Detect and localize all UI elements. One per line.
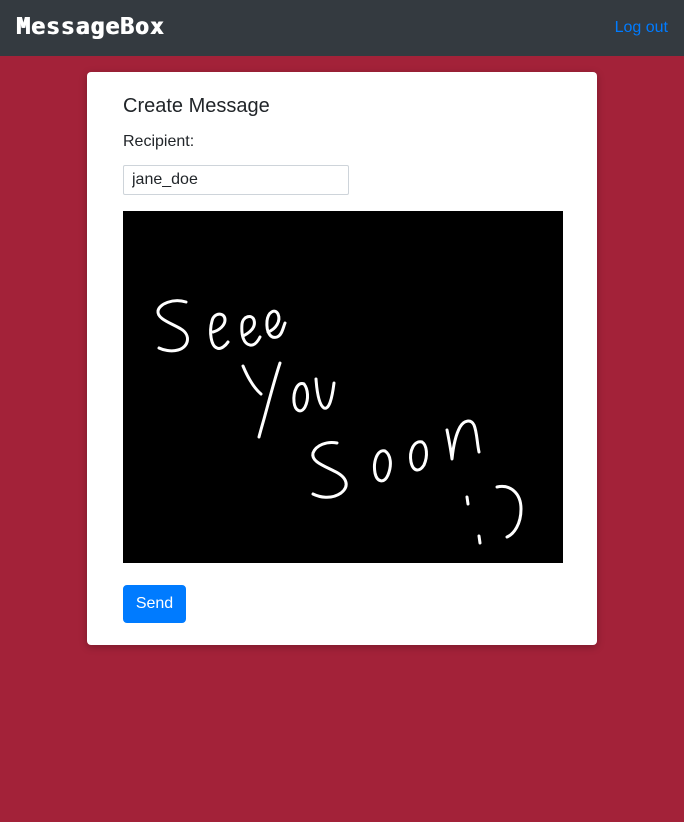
handwritten-drawing bbox=[156, 299, 523, 545]
logout-link[interactable]: Log out bbox=[615, 18, 668, 38]
top-navbar: MessageBox Log out bbox=[0, 0, 684, 56]
drawing-canvas[interactable] bbox=[123, 211, 563, 563]
send-button[interactable]: Send bbox=[123, 585, 186, 623]
create-message-card: Create Message Recipient: jane_doe Send bbox=[87, 72, 597, 645]
recipient-input[interactable] bbox=[123, 165, 349, 195]
recipient-label: Recipient: bbox=[123, 133, 195, 150]
card-title: Create Message bbox=[123, 95, 270, 117]
brand-logo: MessageBox bbox=[16, 14, 165, 40]
